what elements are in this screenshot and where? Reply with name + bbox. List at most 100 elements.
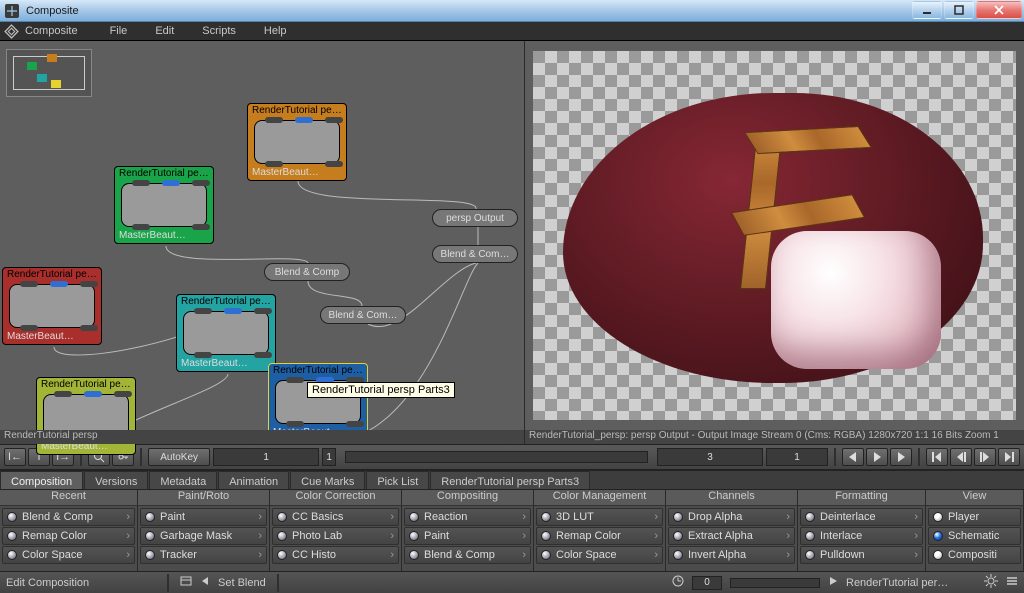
chevron-right-icon: › [654,549,658,561]
palette-item[interactable]: Garbage Mask› [140,527,267,545]
window-minimize-button[interactable] [912,1,942,19]
pill-node[interactable]: Blend & Com… [320,306,406,324]
node-footer: MasterBeaut… [177,357,275,371]
node-title: RenderTutorial persp … [3,268,101,282]
tl-frame-field-a2[interactable]: 1 [322,448,336,466]
pill-node[interactable]: persp Output [432,209,518,227]
palette-item[interactable]: Color Space› [2,546,135,564]
palette-item-label: Reaction [424,511,467,523]
node-orange[interactable]: RenderTutorial persp …MasterBeaut… [247,103,347,181]
bullet-icon [7,512,17,522]
tab-context[interactable]: RenderTutorial persp Parts3 [430,471,590,489]
palette-item[interactable]: Blend & Comp› [2,508,135,526]
palette-item-label: Extract Alpha [688,530,753,542]
bullet-icon [145,512,155,522]
status-bar: Edit Composition Set Blend 0 RenderTutor… [0,571,1024,593]
node-title: RenderTutorial persp … [115,167,213,181]
menu-file[interactable]: File [96,25,142,37]
tl-frame-field-b[interactable]: 3 [657,448,763,466]
autokey-button[interactable]: AutoKey [148,448,210,466]
palette-item[interactable]: Pulldown› [800,546,923,564]
palette-item[interactable]: Drop Alpha› [668,508,795,526]
chevron-right-icon: › [390,511,394,523]
chevron-right-icon: › [786,530,790,542]
status-time-field[interactable]: 0 [692,576,722,590]
view-radio-label: Player [948,511,979,523]
palette-item[interactable]: 3D LUT› [536,508,663,526]
tl-frame-field-b2[interactable]: 1 [766,448,828,466]
status-action-icon[interactable] [180,575,192,590]
menu-scripts[interactable]: Scripts [188,25,250,37]
node-teal[interactable]: RenderTutorial persp …MasterBeaut… [176,294,276,372]
transport-stepback-button[interactable] [950,448,972,466]
transport-play-button[interactable] [866,448,888,466]
window-close-button[interactable] [976,1,1022,19]
palette-item[interactable]: Photo Lab › [272,527,399,545]
schematic-panel[interactable]: RenderTutorial persp …MasterBeaut…Render… [0,41,525,444]
view-radio-compositi[interactable]: Compositi [928,546,1021,564]
palette-item[interactable]: Deinterlace› [800,508,923,526]
node-red[interactable]: RenderTutorial persp …MasterBeaut… [2,267,102,345]
view-radio-player[interactable]: Player [928,508,1021,526]
tab-pick-list[interactable]: Pick List [366,471,429,489]
pill-node[interactable]: Blend & Comp [264,263,350,281]
palette-item-label: Photo Lab [292,530,342,542]
palette-item[interactable]: Paint› [140,508,267,526]
status-menu-icon[interactable] [1006,575,1018,590]
palette-item[interactable]: Remap Color› [536,527,663,545]
node-thumbnail [9,284,95,328]
palette-item-label: Remap Color [22,530,87,542]
preview-viewport[interactable] [533,51,1016,420]
window-maximize-button[interactable] [944,1,974,19]
palette-item[interactable]: Invert Alpha › [668,546,795,564]
menu-edit[interactable]: Edit [141,25,188,37]
tab-metadata[interactable]: Metadata [149,471,217,489]
os-window-title: Composite [26,5,79,17]
chevron-right-icon: › [914,511,918,523]
bullet-icon [805,512,815,522]
palette-item[interactable]: Extract Alpha › [668,527,795,545]
chevron-right-icon: › [390,549,394,561]
pill-node[interactable]: Blend & Com… [432,245,518,263]
tab-composition[interactable]: Composition [0,471,83,489]
tab-versions[interactable]: Versions [84,471,148,489]
view-radio-schematic[interactable]: Schematic [928,527,1021,545]
palette-col-view: ViewPlayerSchematicCompositi [926,490,1024,571]
transport-last-button[interactable] [998,448,1020,466]
transport-first-button[interactable] [926,448,948,466]
chevron-right-icon: › [786,549,790,561]
tl-frame-field-a[interactable]: 1 [213,448,319,466]
status-back-icon[interactable] [200,576,210,589]
radio-icon [933,531,943,541]
status-play-icon[interactable] [828,576,838,589]
palette-item[interactable]: Reaction › [404,508,531,526]
tab-animation[interactable]: Animation [218,471,289,489]
transport-prev-button[interactable] [842,448,864,466]
chevron-right-icon: › [522,511,526,523]
palette-item-label: Remap Color [556,530,621,542]
palette-item[interactable]: Tracker› [140,546,267,564]
palette-col-color-correction: Color CorrectionCC Basics›Photo Lab›CC H… [270,490,402,571]
timeline-track[interactable] [345,451,648,463]
status-gear-icon[interactable] [984,574,998,591]
status-set-blend[interactable]: Set Blend [218,577,266,589]
preview-panel[interactable]: RenderTutorial_persp: persp Output - Out… [525,41,1024,444]
palette-item-label: Invert Alpha [688,549,746,561]
palette-item[interactable]: CC Histo› [272,546,399,564]
palette-item[interactable]: Remap Color› [2,527,135,545]
tab-cue-marks[interactable]: Cue Marks [290,471,365,489]
status-right-label[interactable]: RenderTutorial per… [846,577,976,589]
status-clock-icon [672,575,684,590]
chevron-right-icon: › [390,530,394,542]
palette-item[interactable]: CC Basics› [272,508,399,526]
tl-mark-in-button[interactable]: I← [4,448,26,466]
palette-item-label: Color Space [556,549,617,561]
transport-next-button[interactable] [890,448,912,466]
palette-item[interactable]: Color Space › [536,546,663,564]
palette-item[interactable]: Blend & Comp› [404,546,531,564]
palette-item[interactable]: Interlace› [800,527,923,545]
transport-stepfwd-button[interactable] [974,448,996,466]
palette-item[interactable]: Paint› [404,527,531,545]
menu-help[interactable]: Help [250,25,301,37]
node-green[interactable]: RenderTutorial persp …MasterBeaut… [114,166,214,244]
